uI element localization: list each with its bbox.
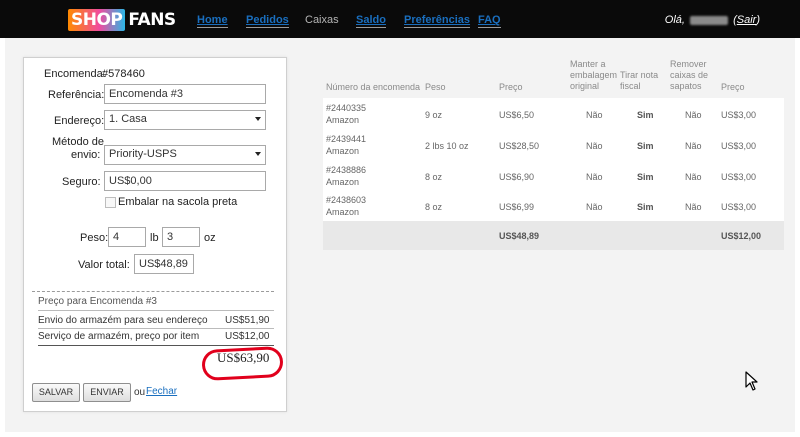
or-text: ou [134, 387, 146, 398]
order-id: #2440335 [326, 103, 367, 113]
order-price: US$6,99 [499, 202, 535, 212]
metodo-label-1: Método de [52, 136, 104, 148]
order-id: #2438603 [326, 195, 367, 205]
order-remove: Não [685, 141, 702, 151]
top-navbar: SHOP FANS Home Pedidos Caixas Saldo Pref… [0, 0, 800, 38]
seguro-input[interactable] [104, 171, 266, 191]
logo-shop: SHOP [68, 9, 126, 31]
order-fee: US$3,00 [721, 202, 757, 212]
endereco-label: Endereço: [54, 115, 105, 127]
highlight-circle [201, 345, 284, 382]
price-title: Preço para Encomenda #3 [38, 296, 157, 307]
price-line-shipping-label: Envio do armazém para seu endereço [38, 315, 208, 326]
order-price: US$6,50 [499, 110, 535, 120]
price-line-divider [38, 328, 274, 329]
order-keep: Não [586, 202, 603, 212]
greeting-prefix: Olá, [664, 14, 685, 26]
order-id: #2439441 [326, 134, 367, 144]
th-tirar-nota: Tirar nota fiscal [620, 70, 659, 91]
order-store: Amazon [326, 207, 360, 217]
metodo-envio-select[interactable]: Priority-USPS [104, 145, 266, 165]
username-blurred [690, 15, 729, 25]
order-weight: 8 oz [425, 172, 443, 182]
metodo-envio-selected: Priority-USPS [109, 148, 177, 160]
footer-total-price: US$48,89 [499, 231, 540, 241]
th-numero: Número da encomenda [326, 82, 421, 92]
embalar-label: Embalar na sacola preta [118, 196, 238, 208]
price-total-divider [38, 345, 274, 346]
th-peso: Peso [425, 82, 446, 92]
order-invoice: Sim [637, 172, 654, 182]
order-remove: Não [685, 202, 702, 212]
order-invoice: Sim [637, 202, 654, 212]
price-line-shipping-value: US$51,90 [225, 315, 270, 326]
order-store: Amazon [326, 146, 360, 156]
table-row [323, 160, 784, 191]
th-manter-embalagem: Manter a embalagem original [570, 59, 618, 91]
seguro-label: Seguro: [62, 176, 101, 188]
chevron-down-icon [255, 152, 261, 156]
table-row [323, 190, 784, 221]
lb-unit: lb [150, 232, 159, 244]
order-remove: Não [685, 172, 702, 182]
table-footer [323, 221, 784, 250]
logo-fans: FANS [128, 10, 176, 30]
endereco-selected: 1. Casa [109, 113, 147, 125]
th-preco: Preço [499, 82, 523, 92]
nav-home[interactable]: Home [197, 14, 228, 28]
peso-oz-input[interactable] [162, 227, 200, 247]
th-preco-servico: Preço [721, 82, 745, 92]
order-remove: Não [685, 110, 702, 120]
order-keep: Não [586, 110, 603, 120]
order-weight: 9 oz [425, 110, 443, 120]
order-price: US$28,50 [499, 141, 540, 151]
peso-label: Peso: [80, 232, 109, 244]
footer-total-fee: US$12,00 [721, 231, 762, 241]
shopfans-logo[interactable]: SHOP FANS [68, 9, 179, 31]
order-fee: US$3,00 [721, 110, 757, 120]
metodo-label-2: envio: [71, 149, 101, 161]
order-price: US$6,90 [499, 172, 535, 182]
order-invoice: Sim [637, 141, 654, 151]
nav-saldo[interactable]: Saldo [356, 14, 386, 28]
logout-link[interactable]: Sair [737, 14, 757, 26]
price-line-service-label: Serviço de armazém, preço por item [38, 331, 200, 342]
nav-pedidos[interactable]: Pedidos [246, 14, 289, 28]
save-button[interactable]: SALVAR [32, 383, 80, 402]
order-store: Amazon [326, 177, 360, 187]
encomenda-label: Encomenda: [44, 68, 106, 80]
close-link[interactable]: Fechar [146, 386, 177, 397]
order-keep: Não [586, 141, 603, 151]
user-greeting: Olá, (Sair) [664, 14, 760, 26]
oz-unit: oz [204, 232, 216, 244]
peso-lb-input[interactable] [108, 227, 146, 247]
nav-preferencias[interactable]: Preferências [404, 14, 471, 28]
order-store: Amazon [326, 115, 360, 125]
referencia-input[interactable] [104, 84, 266, 104]
referencia-label: Referência: [48, 89, 105, 101]
send-button[interactable]: ENVIAR [83, 383, 131, 402]
th-remover-caixas: Remover caixas de sapatos [670, 59, 709, 91]
nav-caixas[interactable]: Caixas [305, 14, 339, 26]
embalar-checkbox[interactable] [105, 197, 116, 208]
order-fee: US$3,00 [721, 141, 757, 151]
price-line-service-value: US$12,00 [225, 331, 270, 342]
table-row [323, 129, 784, 160]
valor-total-label: Valor total: [78, 259, 130, 271]
valor-total-input[interactable] [134, 254, 194, 274]
nav-faq[interactable]: FAQ [478, 14, 501, 28]
order-fee: US$3,00 [721, 172, 757, 182]
order-weight: 8 oz [425, 202, 443, 212]
mouse-cursor-icon [745, 371, 758, 391]
table-row [323, 98, 784, 129]
order-weight: 2 lbs 10 oz [425, 141, 469, 151]
order-id: #2438886 [326, 165, 367, 175]
order-invoice: Sim [637, 110, 654, 120]
encomenda-number: #578460 [102, 68, 145, 80]
endereco-select[interactable]: 1. Casa [104, 110, 266, 130]
price-line-divider [38, 310, 274, 311]
order-keep: Não [586, 172, 603, 182]
chevron-down-icon [255, 117, 261, 121]
price-divider [32, 291, 274, 292]
